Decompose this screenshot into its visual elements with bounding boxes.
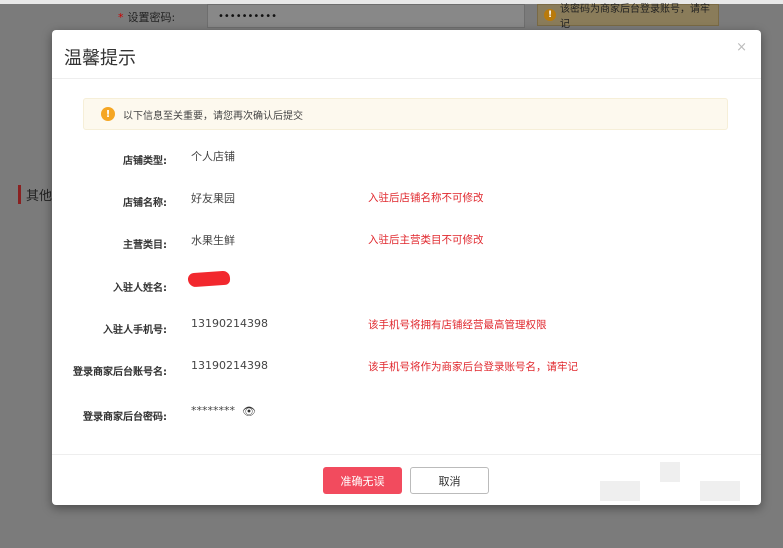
info-row-applicant-name: 入驻人姓名:: [52, 270, 761, 295]
warning-icon: !: [544, 9, 556, 21]
bg-section-title: 其他: [18, 185, 52, 204]
row-note: 该手机号将作为商家后台登录账号名，请牢记: [368, 361, 578, 373]
row-label: 主营类目:: [123, 240, 167, 251]
info-row-shop-type: 店铺类型: 个人店铺: [52, 148, 761, 168]
row-value: 水果生鲜: [191, 234, 235, 247]
confirm-button[interactable]: 准确无误: [323, 467, 402, 494]
row-label: 店铺类型:: [123, 156, 167, 167]
row-label: 登录商家后台密码:: [83, 412, 167, 423]
warning-icon: !: [101, 107, 115, 121]
row-value: ********: [191, 404, 235, 417]
divider: [52, 454, 761, 455]
row-value: 13190214398: [191, 359, 268, 372]
info-row-password: 登录商家后台密码: ******** 👁: [52, 404, 761, 424]
row-label: 入驻人手机号:: [103, 325, 167, 336]
row-label: 入驻人姓名:: [113, 283, 167, 294]
row-value: 个人店铺: [191, 150, 235, 163]
cancel-button[interactable]: 取消: [410, 467, 489, 494]
row-note: 入驻后店铺名称不可修改: [368, 192, 484, 204]
info-row-phone: 入驻人手机号: 13190214398 该手机号将拥有店铺经营最高管理权限: [52, 317, 761, 337]
row-label: 店铺名称:: [123, 198, 167, 209]
bg-password-input[interactable]: ••••••••••: [207, 4, 525, 28]
redaction-mark: [187, 270, 231, 288]
row-note: 入驻后主营类目不可修改: [368, 234, 484, 246]
bg-password-tip: ! 该密码为商家后台登录账号，请牢记: [537, 4, 719, 30]
bg-password-label: * 设置密码:: [118, 11, 176, 24]
blur-mark: [660, 462, 680, 482]
divider: [52, 78, 761, 79]
info-row-account: 登录商家后台账号名: 13190214398 该手机号将作为商家后台登录账号名，…: [52, 359, 761, 379]
confirm-dialog: 温馨提示 × ! 以下信息至关重要，请您再次确认后提交 店铺类型: 个人店铺 店…: [52, 30, 761, 505]
close-button[interactable]: ×: [736, 40, 747, 55]
blur-mark: [600, 481, 640, 501]
row-value: 好友果园: [191, 192, 235, 205]
dialog-title: 温馨提示: [64, 48, 136, 69]
info-row-shop-name: 店铺名称: 好友果园 入驻后店铺名称不可修改: [52, 190, 761, 210]
row-label: 登录商家后台账号名:: [73, 367, 167, 378]
notice-text: 以下信息至关重要，请您再次确认后提交: [123, 110, 303, 122]
eye-icon[interactable]: 👁: [242, 405, 256, 418]
notice-banner: ! 以下信息至关重要，请您再次确认后提交: [83, 98, 728, 130]
blur-mark: [700, 481, 740, 501]
row-value: 13190214398: [191, 317, 268, 330]
row-note: 该手机号将拥有店铺经营最高管理权限: [368, 319, 547, 331]
info-row-category: 主营类目: 水果生鲜 入驻后主营类目不可修改: [52, 232, 761, 252]
